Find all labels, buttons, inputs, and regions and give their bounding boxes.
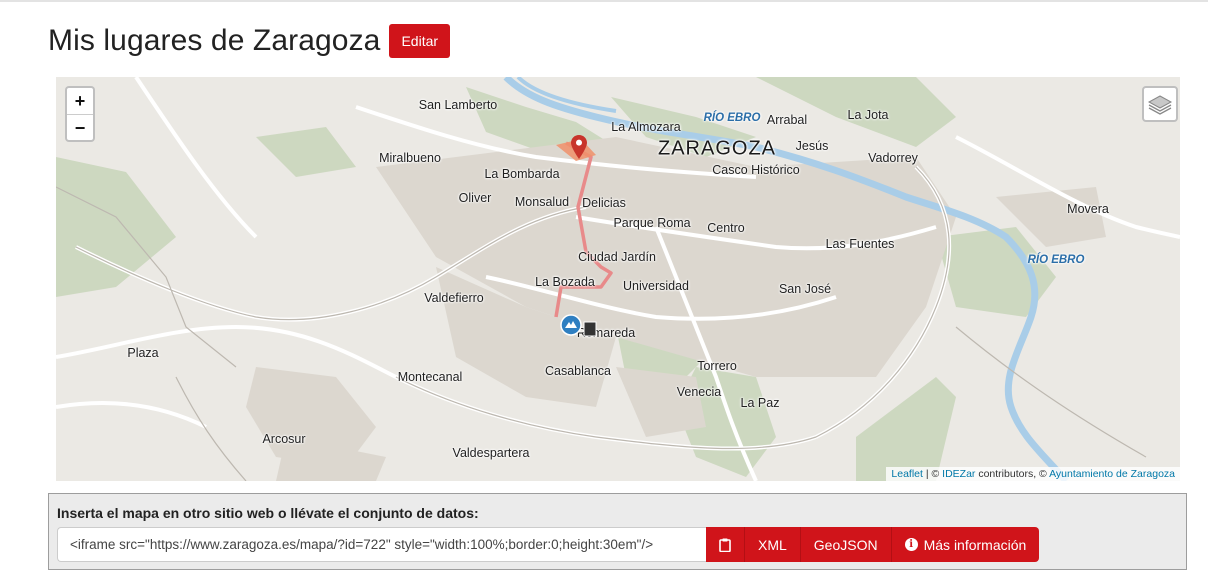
map-label-la-bozada: La Bozada bbox=[535, 275, 595, 289]
map-label-monsalud: Monsalud bbox=[514, 195, 570, 209]
map-label-la-jota: La Jota bbox=[847, 108, 889, 122]
map-label-san-lamberto: San Lamberto bbox=[418, 98, 498, 112]
map-label-la-almozara: La Almozara bbox=[611, 120, 681, 134]
map-label-casablanca: Casablanca bbox=[544, 364, 612, 378]
map-label-rio-ebro-north: RÍO EBRO bbox=[703, 112, 761, 124]
page-header: Mis lugares de Zaragoza Editar bbox=[48, 24, 451, 58]
info-circle-icon: i bbox=[904, 538, 918, 551]
map-label-jesus: Jesús bbox=[795, 139, 829, 153]
edit-button[interactable]: Editar bbox=[389, 24, 451, 58]
copy-button[interactable] bbox=[706, 527, 744, 562]
map-label-venecia: Venecia bbox=[676, 385, 722, 399]
embed-row: <iframe src="https://www.zaragoza.es/map… bbox=[57, 527, 1040, 562]
map-label-ciudad-jardin: Ciudad Jardín bbox=[578, 250, 656, 264]
embed-panel: Inserta el mapa en otro sitio web o llév… bbox=[48, 493, 1187, 570]
map-label-arrabal: Arrabal bbox=[766, 113, 808, 127]
leaflet-link[interactable]: Leaflet bbox=[891, 468, 923, 480]
map-label-casco-historico: Casco Histórico bbox=[712, 163, 800, 177]
top-rule bbox=[0, 0, 1208, 2]
map-label-arcosur: Arcosur bbox=[262, 432, 306, 446]
map-label-parque-roma: Parque Roma bbox=[613, 216, 691, 230]
embed-heading: Inserta el mapa en otro sitio web o llév… bbox=[57, 505, 479, 521]
attribution-separator: | © bbox=[922, 468, 943, 480]
map-label-zaragoza: ZARAGOZA bbox=[657, 137, 777, 160]
map-label-montecanal: Montecanal bbox=[397, 370, 463, 384]
map-label-la-bombarda: La Bombarda bbox=[484, 167, 560, 181]
map-label-san-jose: San José bbox=[778, 282, 832, 296]
map-label-torrero: Torrero bbox=[697, 359, 737, 373]
map-label-miralbueno: Miralbueno bbox=[379, 151, 441, 165]
layers-icon bbox=[1147, 95, 1173, 115]
location-pin-icon[interactable] bbox=[571, 135, 587, 159]
embed-code-field[interactable]: <iframe src="https://www.zaragoza.es/map… bbox=[57, 527, 706, 562]
map-label-las-fuentes: Las Fuentes bbox=[825, 237, 895, 251]
page-title: Mis lugares de Zaragoza bbox=[48, 24, 381, 57]
map-view[interactable]: San Lamberto La Almozara RÍO EBRO Arraba… bbox=[56, 77, 1180, 481]
more-info-button[interactable]: i Más información bbox=[890, 527, 1040, 562]
idezar-link[interactable]: IDEZar bbox=[942, 468, 975, 480]
map-label-delicias: Delicias bbox=[582, 196, 626, 210]
map-label-valdespartera: Valdespartera bbox=[452, 446, 530, 460]
zoom-control: + − bbox=[65, 86, 95, 142]
zoom-out-button[interactable]: − bbox=[67, 114, 93, 140]
map-label-universidad: Universidad bbox=[622, 279, 690, 293]
attribution-contributors: contributors, © bbox=[975, 468, 1050, 480]
xml-button[interactable]: XML bbox=[744, 527, 800, 562]
map-label-vadorrey: Vadorrey bbox=[868, 151, 918, 165]
map-label-plaza: Plaza bbox=[127, 346, 159, 360]
map-label-valdefierro: Valdefierro bbox=[424, 291, 484, 305]
geojson-button[interactable]: GeoJSON bbox=[799, 527, 891, 562]
map-label-centro: Centro bbox=[707, 221, 745, 235]
stadium-marker-icon[interactable] bbox=[560, 314, 582, 336]
more-info-label: Más información bbox=[923, 536, 1027, 553]
map-label-la-paz: La Paz bbox=[740, 396, 780, 410]
building-marker-icon[interactable] bbox=[583, 321, 597, 337]
layers-button[interactable] bbox=[1142, 86, 1178, 122]
map-label-oliver: Oliver bbox=[458, 191, 492, 205]
clipboard-icon bbox=[719, 538, 731, 552]
map-attribution: Leaflet | © IDEZar contributors, © Ayunt… bbox=[886, 467, 1180, 481]
map-label-rio-ebro-east: RÍO EBRO bbox=[1027, 254, 1085, 266]
ayuntamiento-link[interactable]: Ayuntamiento de Zaragoza bbox=[1049, 468, 1175, 480]
map-label-movera: Movera bbox=[1067, 202, 1109, 216]
map-tiles bbox=[56, 77, 1180, 481]
zoom-in-button[interactable]: + bbox=[67, 88, 93, 114]
